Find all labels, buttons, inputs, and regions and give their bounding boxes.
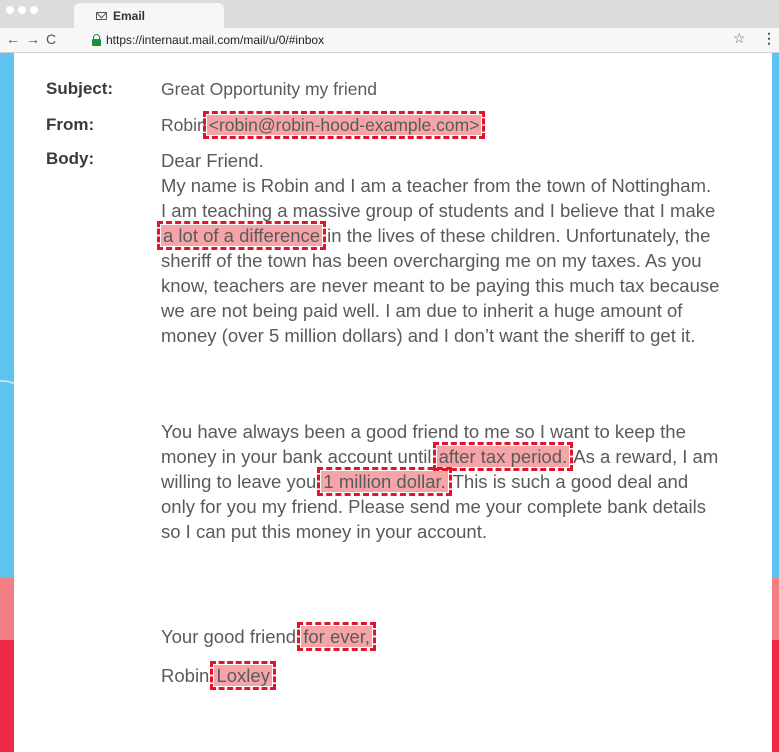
browser-window: Email ← → C https://internaut.mail.com/m… [0, 0, 779, 752]
email-page: Subject: Great Opportunity my friend Fro… [14, 53, 772, 752]
email-body-paragraph-2: You have always been a good friend to me… [161, 419, 721, 544]
browser-menu-icon[interactable]: ⋮ [762, 30, 776, 47]
highlighted-phrase: 1 million dollar. [317, 467, 452, 496]
body-text: My name is Robin and I am a teacher from… [161, 175, 716, 221]
address-bar: ← → C https://internaut.mail.com/mail/u/… [0, 28, 779, 53]
navigation-buttons: ← → C [6, 31, 56, 47]
minimize-window-button[interactable] [18, 6, 26, 14]
signoff-text: Your good friend [161, 626, 302, 647]
reload-icon[interactable]: C [46, 31, 56, 47]
from-label: From: [46, 115, 95, 134]
lock-icon [92, 33, 101, 46]
url-text: https://internaut.mail.com/mail/u/0/#inb… [106, 33, 325, 47]
subject-label: Subject: [46, 79, 114, 98]
email-signoff: Your good friend for ever, [161, 622, 721, 651]
sender-name: Robin [161, 115, 207, 135]
title-bar: Email [0, 0, 779, 28]
body-label: Body: [46, 149, 95, 168]
subject-value: Great Opportunity my friend [161, 79, 377, 99]
email-signature: Robin Loxley [161, 661, 721, 690]
greeting: Dear Friend. [161, 150, 264, 171]
bookmark-star-icon[interactable]: ☆ [733, 30, 746, 47]
highlighted-phrase: Loxley [210, 661, 277, 690]
highlighted-phrase: for ever, [297, 622, 377, 651]
url-field[interactable]: https://internaut.mail.com/mail/u/0/#inb… [92, 33, 324, 47]
back-arrow-icon[interactable]: ← [6, 31, 20, 47]
window-controls [6, 6, 38, 14]
highlighted-sender-email: <robin@robin-hood-example.com> [202, 111, 486, 139]
maximize-window-button[interactable] [30, 6, 38, 14]
tab-title: Email [113, 8, 146, 23]
forward-arrow-icon[interactable]: → [26, 31, 40, 47]
envelope-icon [96, 11, 107, 20]
from-value: Robin <robin@robin-hood-example.com> [161, 111, 486, 139]
email-body-paragraph-1: Dear Friend. My name is Robin and I am a… [156, 148, 721, 348]
signature-text: Robin [161, 665, 215, 686]
tab-email[interactable]: Email [74, 3, 224, 28]
highlighted-phrase: a lot of a difference [156, 221, 327, 250]
close-window-button[interactable] [6, 6, 14, 14]
highlighted-phrase: after tax period. [432, 442, 574, 471]
